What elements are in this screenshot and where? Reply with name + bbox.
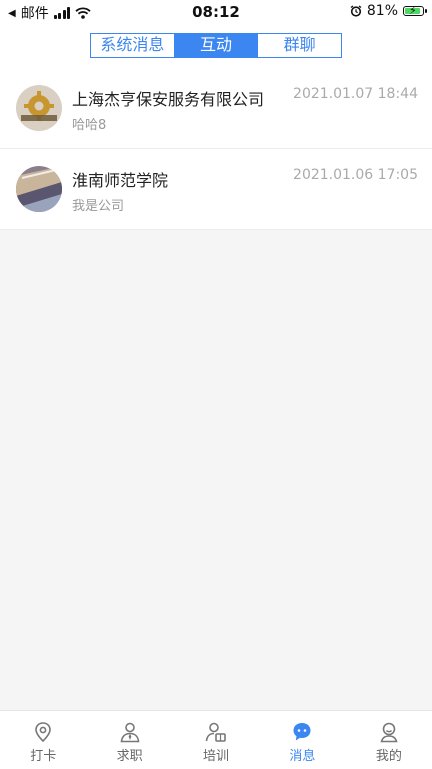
tab-label: 我的 <box>375 749 402 764</box>
conversation-name: 淮南师范学院 <box>72 171 169 190</box>
tab-jobs[interactable]: 求职 <box>86 711 172 769</box>
chat-bubble-icon <box>293 723 311 741</box>
conversation-preview: 哈哈8 <box>72 118 107 133</box>
tab-label: 培训 <box>203 749 230 764</box>
battery-icon: ⚡ <box>403 4 427 17</box>
status-bar-right: 81% ⚡ <box>350 3 427 19</box>
avatar <box>16 166 62 212</box>
tab-interaction[interactable]: 互动 <box>173 34 258 57</box>
tab-profile[interactable]: 我的 <box>346 711 432 769</box>
battery-percentage: 81% <box>366 3 398 19</box>
tab-training[interactable]: 培训 <box>173 711 259 769</box>
person-book-icon <box>205 722 226 742</box>
tab-label: 求职 <box>116 749 143 764</box>
tab-label: 消息 <box>289 749 316 764</box>
location-pin-icon <box>35 722 52 743</box>
header: 系统消息 互动 群聊 <box>0 24 432 68</box>
tab-group-chat[interactable]: 群聊 <box>257 34 341 57</box>
segmented-control: 系统消息 互动 群聊 <box>90 33 342 58</box>
bottom-tab-bar: 打卡 求职 培训 消息 我的 <box>0 710 432 769</box>
tab-system-messages[interactable]: 系统消息 <box>91 34 174 57</box>
tab-messages[interactable]: 消息 <box>259 711 345 769</box>
profile-icon <box>380 722 398 743</box>
conversation-time: 2021.01.06 17:05 <box>293 167 418 183</box>
conversation-item[interactable]: 淮南师范学院 2021.01.06 17:05 我是公司 <box>0 149 432 230</box>
conversation-list: 上海杰亨保安服务有限公司 2021.01.07 18:44 哈哈8 淮南师范学院… <box>0 68 432 230</box>
conversation-item[interactable]: 上海杰亨保安服务有限公司 2021.01.07 18:44 哈哈8 <box>0 68 432 149</box>
person-tie-icon <box>120 722 139 743</box>
tab-label: 打卡 <box>30 749 57 764</box>
avatar <box>16 85 62 131</box>
alarm-icon <box>350 5 362 17</box>
conversation-time: 2021.01.07 18:44 <box>293 86 418 102</box>
status-bar: ◀ 邮件 08:12 81% ⚡ <box>0 0 432 24</box>
conversation-name: 上海杰亨保安服务有限公司 <box>72 90 265 109</box>
tab-checkin[interactable]: 打卡 <box>0 711 86 769</box>
conversation-preview: 我是公司 <box>72 199 125 214</box>
